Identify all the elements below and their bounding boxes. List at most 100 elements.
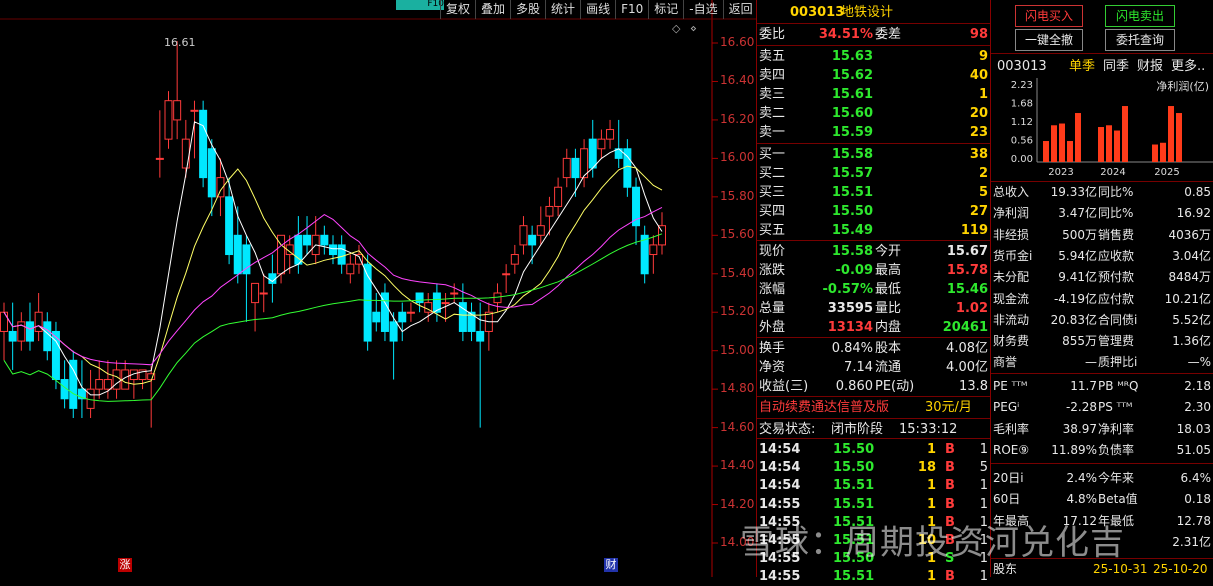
profit-year-label: 2025 <box>1154 167 1179 178</box>
active-tab-chip[interactable]: F10 <box>396 0 444 10</box>
fin-label: 总收入 <box>993 185 1030 199</box>
kline-chart[interactable]: F10 复权 叠加 多股 统计 画线 F10 标记 -自选 返回 ◇ ⋄ 16.… <box>0 0 756 577</box>
bid-row: 买五 15.49 119 <box>757 221 990 240</box>
candle-body <box>545 205 554 217</box>
ma20-line <box>3 206 663 366</box>
candle-body <box>588 138 597 169</box>
promo-price[interactable]: 30元/月 <box>925 398 972 417</box>
toolbar-f10[interactable]: F10 <box>615 0 648 19</box>
fin-row: 未分配 9.41亿 预付款 8484万 <box>991 268 1213 287</box>
tick-volume: 1 <box>926 496 936 512</box>
stat-label: 涨幅 <box>759 282 786 297</box>
ask-price: 15.59 <box>831 125 873 140</box>
candle-body <box>571 157 580 179</box>
val-value: 51.05 <box>1176 442 1211 457</box>
flash-sell-button[interactable]: 闪电卖出 <box>1105 5 1175 27</box>
fin-value: 5.94亿 <box>1058 248 1097 263</box>
tick-direction: B <box>945 442 955 457</box>
fin-value: 9.41亿 <box>1058 270 1097 285</box>
toolbar-duogu[interactable]: 多股 <box>510 0 545 19</box>
cancel-all-button[interactable]: 一键全撤 <box>1015 29 1083 51</box>
stat-value: -0.09 <box>835 263 873 278</box>
val-label: PE ᵀᵀᴹ <box>993 379 1028 393</box>
ask-price: 15.62 <box>831 68 873 83</box>
tick-count: 1 <box>979 496 988 512</box>
tick-price: 15.50 <box>833 442 875 457</box>
candle-body <box>173 100 182 121</box>
toolbar-fanhui[interactable]: 返回 <box>722 0 758 19</box>
tab-tongji[interactable]: 同季 <box>1103 57 1129 76</box>
perf-row: 60日 4.8% Beta值 0.18 <box>991 490 1213 509</box>
active-tab-label: F10 <box>427 0 444 9</box>
marker-cai[interactable]: 财 <box>604 558 618 572</box>
fin-label: 销售费 <box>1098 227 1135 242</box>
weicha-label: 委差 <box>875 27 902 42</box>
marker-zhang[interactable]: 涨 <box>118 558 132 572</box>
toolbar-zixuan[interactable]: -自选 <box>683 0 722 19</box>
ask-label: 卖一 <box>759 125 786 140</box>
ma10-line <box>3 165 663 385</box>
bid-row: 买二 15.57 2 <box>757 164 990 183</box>
candle-body <box>164 100 173 140</box>
toolbar-tongji[interactable]: 统计 <box>545 0 580 19</box>
profit-y-tick: 0.56 <box>1011 136 1033 147</box>
stat-label: 总量 <box>759 301 786 316</box>
diamond-icon[interactable]: ◇ <box>672 22 680 35</box>
profit-bar <box>1075 113 1081 162</box>
perf-label: Beta值 <box>1098 492 1138 507</box>
kline-svg[interactable] <box>0 0 756 577</box>
bid-row: 买四 15.50 27 <box>757 202 990 221</box>
stat-value: 33595 <box>827 301 873 316</box>
ask-label: 卖三 <box>759 87 786 102</box>
tick-row: 14:54 15.50 18 B 5 <box>757 458 990 477</box>
fin-value: 4036万 <box>1168 227 1211 242</box>
tab-caibao[interactable]: 财报 <box>1137 57 1163 76</box>
tab-danji[interactable]: 单季 <box>1069 57 1095 76</box>
ask-volume: 20 <box>969 106 988 121</box>
candle-body <box>190 109 199 112</box>
toolbar-huaxian[interactable]: 画线 <box>580 0 615 19</box>
perf-label: 60日 <box>993 492 1021 507</box>
candle-body <box>406 311 415 314</box>
toolbar-diejia[interactable]: 叠加 <box>475 0 510 19</box>
candle-body <box>181 138 190 169</box>
tab-more[interactable]: 更多.. <box>1171 57 1205 76</box>
tick-row: 14:54 15.50 1 B 1 <box>757 440 990 459</box>
candle-body <box>519 225 528 246</box>
fin-value: 855万 <box>1062 334 1097 349</box>
tick-count: 1 <box>979 478 988 494</box>
order-query-button[interactable]: 委托查询 <box>1105 29 1175 51</box>
val-row: 毛利率 38.97 净利率 18.03 <box>991 420 1213 439</box>
perf-value: 2.4% <box>1066 471 1098 485</box>
fin-value: 500万 <box>1062 227 1097 242</box>
fin-label: 预付款 <box>1098 270 1135 285</box>
val-label: 毛利率 <box>993 421 1030 436</box>
flash-buy-button[interactable]: 闪电买入 <box>1015 5 1083 27</box>
tick-direction: B <box>945 496 955 512</box>
more-icon[interactable]: ⋄ <box>690 22 697 35</box>
profit-bar <box>1160 142 1166 162</box>
candle-body <box>25 321 34 342</box>
promo-row[interactable]: 自动续费通达信普及版 30元/月 <box>757 398 990 417</box>
promo-text[interactable]: 自动续费通达信普及版 <box>759 398 889 417</box>
ask-volume: 9 <box>978 49 988 64</box>
candle-body <box>536 225 545 236</box>
val-value: 11.7 <box>1070 379 1097 393</box>
ask-volume: 1 <box>978 87 988 102</box>
fin-row: 现金流 -4.19亿 应付款 10.21亿 <box>991 290 1213 309</box>
fin-value: 3.47亿 <box>1058 206 1097 221</box>
candle-body <box>329 244 337 256</box>
profit-y-tick: 1.12 <box>1011 117 1033 128</box>
price-label: 14.60 <box>720 419 755 434</box>
toolbar-biaoji[interactable]: 标记 <box>648 0 683 19</box>
candle-body <box>415 292 424 304</box>
profit-bar <box>1059 123 1065 162</box>
fin-row: 财务费 855万 管理费 1.36亿 <box>991 332 1213 351</box>
ask-label: 卖四 <box>759 68 786 83</box>
toolbar-fuquan[interactable]: 复权 <box>440 0 475 19</box>
profit-bar <box>1098 127 1104 162</box>
tick-price: 15.51 <box>833 496 875 512</box>
status-label: 交易状态: <box>759 422 816 437</box>
high-price-marker: 16.61 <box>164 36 196 49</box>
val-label: ROE⑨ <box>993 442 1030 457</box>
